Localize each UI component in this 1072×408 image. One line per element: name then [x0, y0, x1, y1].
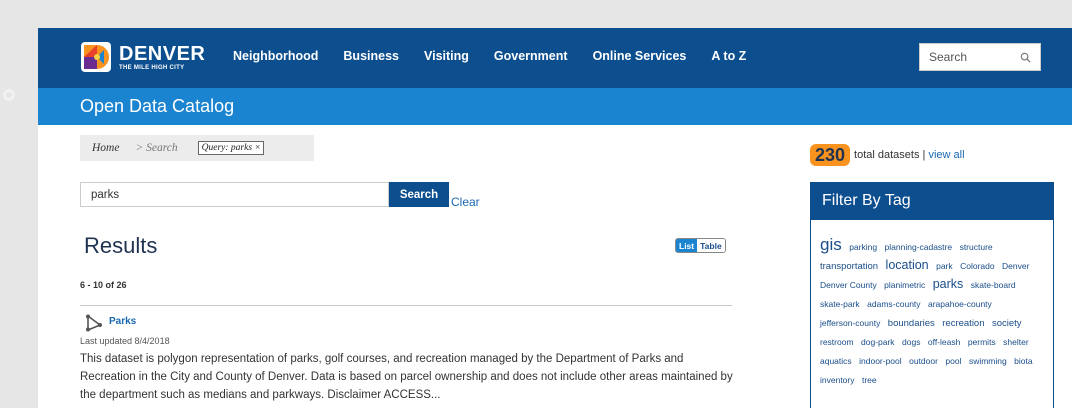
breadcrumb-current: > Search	[135, 142, 178, 154]
tag-link[interactable]: society	[992, 318, 1022, 329]
logo-tagline: THE MILE HIGH CITY	[119, 64, 185, 71]
tag-link[interactable]: Denver County	[820, 280, 877, 290]
top-navigation: DENVER THE MILE HIGH CITY Neighborhood B…	[38, 28, 1072, 88]
query-remove-icon[interactable]: ×	[255, 143, 260, 153]
tag-link[interactable]: parking	[849, 242, 877, 252]
catalog-title[interactable]: Open Data Catalog	[80, 96, 234, 117]
tag-link[interactable]: planning-cadastre	[885, 242, 953, 252]
nav-visiting[interactable]: Visiting	[424, 49, 469, 63]
divider	[80, 305, 732, 306]
tag-link[interactable]: structure	[960, 242, 993, 252]
query-chip: Query: parks ×	[197, 141, 265, 155]
tag-link[interactable]: permits	[968, 337, 996, 347]
denver-logo[interactable]: DENVER THE MILE HIGH CITY	[80, 38, 205, 76]
nav-government[interactable]: Government	[494, 49, 568, 63]
tag-link[interactable]: off-leash	[928, 337, 960, 347]
tag-link[interactable]: adams-county	[867, 299, 920, 309]
tag-link[interactable]: shelter	[1003, 337, 1029, 347]
main-nav: Neighborhood Business Visiting Governmen…	[233, 49, 771, 63]
filter-title: Filter By Tag	[811, 183, 1053, 220]
view-all-link[interactable]: view all	[928, 149, 964, 161]
results-count: 6 - 10 of 26	[80, 280, 127, 290]
tag-link[interactable]: dog-park	[861, 337, 895, 347]
denver-logo-icon	[81, 42, 111, 72]
view-toggle: List Table	[675, 238, 726, 253]
search-input[interactable]: parks	[80, 182, 389, 207]
dataset-geometry-icon	[86, 314, 102, 332]
catalog-bar: Open Data Catalog	[38, 88, 1072, 125]
nav-business[interactable]: Business	[343, 49, 399, 63]
nav-a-to-z[interactable]: A to Z	[711, 49, 746, 63]
tag-link[interactable]: inventory	[820, 375, 855, 385]
tag-link[interactable]: boundaries	[888, 318, 935, 329]
tag-link[interactable]: dogs	[902, 337, 920, 347]
tag-link[interactable]: outdoor	[909, 356, 938, 366]
breadcrumb: Home > Search Query: parks ×	[80, 135, 314, 161]
tag-link[interactable]: recreation	[942, 318, 984, 329]
results-heading: Results	[84, 233, 158, 258]
tag-link[interactable]: gis	[820, 235, 842, 254]
tag-link[interactable]: skate-park	[820, 299, 860, 309]
tag-link[interactable]: indoor-pool	[859, 356, 902, 366]
logo-name: DENVER	[119, 42, 206, 65]
tag-link[interactable]: location	[886, 258, 929, 272]
tag-link[interactable]: tree	[862, 375, 877, 385]
tag-link[interactable]: restroom	[820, 337, 854, 347]
total-datasets: 230 total datasets | view all	[810, 144, 965, 166]
header-search-input[interactable]: Search	[919, 43, 1041, 71]
view-table-button[interactable]: Table	[697, 239, 725, 252]
nav-online-services[interactable]: Online Services	[593, 49, 687, 63]
tag-link[interactable]: Colorado	[960, 261, 995, 271]
total-label: total datasets |	[854, 149, 926, 161]
gear-icon	[3, 89, 15, 101]
tag-link[interactable]: swimming	[969, 356, 1007, 366]
tag-link[interactable]: arapahoe-county	[928, 299, 992, 309]
tag-link[interactable]: pool	[945, 356, 961, 366]
tag-link[interactable]: aquatics	[820, 356, 852, 366]
result-updated: Last updated 8/4/2018	[80, 336, 170, 346]
tag-link[interactable]: park	[936, 261, 953, 271]
tag-link[interactable]: planimetric	[884, 280, 925, 290]
query-chip-label: Query: parks	[201, 143, 253, 153]
tag-link[interactable]: jefferson-county	[820, 318, 880, 328]
tag-link[interactable]: Denver	[1002, 261, 1029, 271]
clear-link[interactable]: Clear	[451, 195, 480, 209]
tag-cloud: gis parking planning-cadastre structure …	[811, 220, 1053, 389]
header-search-placeholder: Search	[929, 50, 968, 64]
breadcrumb-home[interactable]: Home	[92, 142, 119, 154]
tag-link[interactable]: parks	[933, 277, 964, 291]
search-icon[interactable]	[1020, 52, 1031, 63]
filter-by-tag-panel: Filter By Tag gis parking planning-cadas…	[810, 182, 1054, 408]
tag-link[interactable]: skate-board	[971, 280, 1016, 290]
tag-link[interactable]: biota	[1014, 356, 1032, 366]
search-button[interactable]: Search	[389, 182, 449, 207]
total-count-badge: 230	[810, 144, 851, 166]
result-title-link[interactable]: Parks	[109, 316, 136, 327]
page: DENVER THE MILE HIGH CITY Neighborhood B…	[38, 28, 1072, 408]
nav-neighborhood[interactable]: Neighborhood	[233, 49, 318, 63]
tag-link[interactable]: transportation	[820, 261, 878, 272]
view-list-button[interactable]: List	[676, 239, 698, 252]
result-description: This dataset is polygon representation o…	[80, 353, 733, 401]
